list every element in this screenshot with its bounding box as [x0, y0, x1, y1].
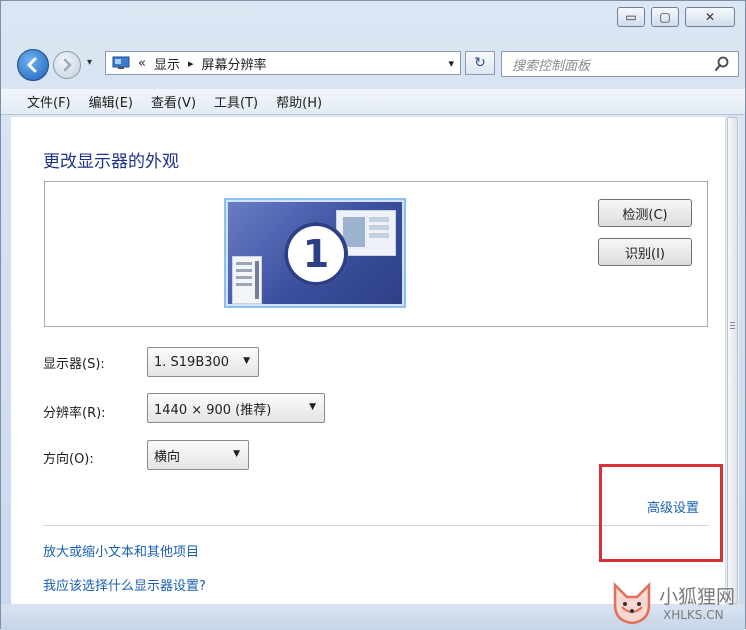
- address-dropdown-icon[interactable]: ▾: [448, 57, 454, 70]
- list-graphic: [232, 256, 262, 304]
- display-preview-area: 1 检测(C) 识别(I): [44, 181, 708, 327]
- forward-button[interactable]: [53, 51, 81, 79]
- close-icon: ✕: [704, 10, 716, 24]
- orientation-select-arrow-icon: ▼: [233, 449, 240, 459]
- minimize-icon: ▭: [625, 10, 637, 24]
- breadcrumb-chevrons[interactable]: «: [138, 56, 146, 71]
- monitor-1-thumbnail[interactable]: 1: [224, 198, 406, 308]
- text-size-link[interactable]: 放大或缩小文本和其他项目: [43, 541, 199, 560]
- resolution-select-value: 1440 × 900 (推荐): [154, 402, 272, 418]
- back-button[interactable]: [17, 49, 49, 81]
- fox-logo-icon: [613, 581, 651, 625]
- identify-button-label: 识别(I): [625, 246, 665, 262]
- menu-tools[interactable]: 工具(T): [214, 92, 258, 111]
- watermark-domain: XHLKS.CN: [663, 608, 724, 622]
- title-bar: ▭ ▢ ✕: [1, 1, 745, 37]
- watermark-name: 小狐狸网: [659, 586, 736, 608]
- recent-pages-chevron-icon[interactable]: ▾: [87, 57, 92, 68]
- menu-edit[interactable]: 编辑(E): [89, 92, 133, 111]
- maximize-button[interactable]: ▢: [651, 7, 679, 27]
- search-placeholder: 搜索控制面板: [512, 58, 591, 74]
- highlight-box: [599, 464, 723, 562]
- menu-bar: 文件(F) 编辑(E) 查看(V) 工具(T) 帮助(H): [1, 89, 745, 115]
- watermark: 小狐狸网 XHLKS.CN: [607, 578, 746, 630]
- resolution-select[interactable]: 1440 × 900 (推荐) ▼: [147, 393, 325, 423]
- menu-help[interactable]: 帮助(H): [276, 92, 322, 111]
- detect-button-label: 检测(C): [622, 207, 668, 223]
- maximize-icon: ▢: [659, 10, 671, 24]
- address-box[interactable]: « 显示 ▸ 屏幕分辨率 ▾: [105, 51, 461, 75]
- identify-button[interactable]: 识别(I): [598, 238, 692, 266]
- display-select-arrow-icon: ▼: [243, 356, 250, 366]
- control-panel-window: ▭ ▢ ✕ ▾ « 显示 ▸ 屏幕分辨率 ▾ ↻ 搜索控制面板 文件(F) 编辑…: [0, 0, 746, 630]
- control-panel-icon: [112, 56, 130, 69]
- breadcrumb-display[interactable]: 显示: [154, 54, 180, 73]
- orientation-select[interactable]: 横向 ▼: [147, 440, 249, 470]
- menu-file[interactable]: 文件(F): [27, 92, 71, 111]
- orientation-label: 方向(O):: [43, 452, 94, 467]
- close-button[interactable]: ✕: [685, 7, 735, 27]
- back-arrow-icon: [27, 57, 37, 73]
- vertical-scrollbar[interactable]: [725, 117, 739, 604]
- display-select[interactable]: 1. S19B300 ▼: [147, 347, 259, 377]
- refresh-icon: ↻: [474, 55, 486, 71]
- orientation-select-value: 横向: [154, 449, 181, 465]
- search-input[interactable]: 搜索控制面板: [501, 51, 739, 77]
- content-panel: 更改显示器的外观 1 检测(C) 识别(I) 显示器(S): 1. S19B30…: [11, 117, 725, 604]
- which-settings-link[interactable]: 我应该选择什么显示器设置?: [43, 575, 206, 594]
- refresh-button[interactable]: ↻: [465, 51, 495, 75]
- resolution-select-arrow-icon: ▼: [309, 402, 316, 412]
- resolution-label: 分辨率(R):: [43, 406, 106, 421]
- address-bar-row: ▾ « 显示 ▸ 屏幕分辨率 ▾ ↻ 搜索控制面板: [1, 45, 745, 83]
- breadcrumb-resolution[interactable]: 屏幕分辨率: [202, 54, 267, 73]
- breadcrumb-separator[interactable]: ▸: [188, 57, 194, 70]
- display-label: 显示器(S):: [43, 357, 105, 372]
- forward-arrow-icon: [63, 58, 72, 72]
- monitor-number-badge: 1: [284, 222, 348, 286]
- monitor-number: 1: [302, 232, 330, 276]
- page-title: 更改显示器的外观: [43, 152, 179, 172]
- display-select-value: 1. S19B300: [154, 354, 230, 370]
- scrollbar-thumb[interactable]: [727, 117, 738, 604]
- search-icon[interactable]: [714, 56, 730, 72]
- detect-button[interactable]: 检测(C): [598, 199, 692, 227]
- menu-view[interactable]: 查看(V): [151, 92, 196, 111]
- minimize-button[interactable]: ▭: [617, 7, 645, 27]
